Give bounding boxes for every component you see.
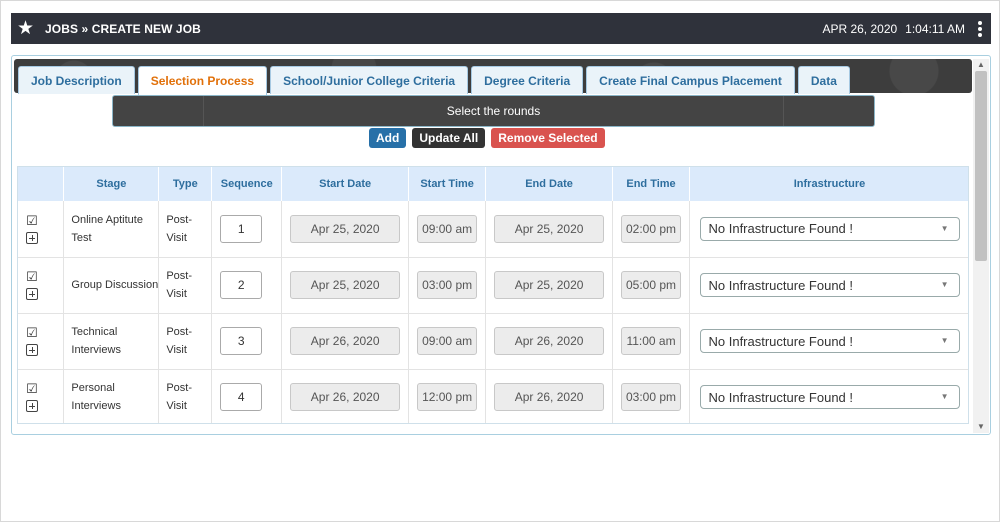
- stage-cell: Technical Interviews: [63, 313, 160, 370]
- tab-degree-criteria[interactable]: Degree Criteria: [471, 66, 584, 94]
- end-time-field[interactable]: 11:00 am: [621, 327, 682, 355]
- type-cell: Post-Visit: [158, 313, 213, 370]
- column-header-type: Type: [158, 167, 213, 201]
- infrastructure-value: No Infrastructure Found !: [708, 221, 854, 237]
- tab-data[interactable]: Data: [797, 66, 850, 94]
- caret-down-icon: ▼: [940, 280, 949, 289]
- plus-square-icon[interactable]: [26, 400, 38, 412]
- column-header-end-time: End Time: [612, 167, 690, 201]
- plus-square-icon[interactable]: [26, 231, 38, 244]
- stage-cell: Online Aptitute Test: [63, 201, 160, 258]
- remove-selected-button[interactable]: Remove Selected: [491, 128, 605, 148]
- type-cell: Post-Visit: [158, 369, 213, 423]
- scrollbar-thumb[interactable]: [975, 71, 987, 261]
- start-time-field[interactable]: 03:00 pm: [417, 271, 478, 299]
- job-panel: Job Description Selection Process School…: [11, 55, 991, 435]
- sequence-input[interactable]: 4: [220, 383, 263, 411]
- column-header-select: [18, 167, 65, 201]
- update-all-button[interactable]: Update All: [412, 128, 486, 148]
- scroll-up-icon[interactable]: ▲: [973, 59, 989, 71]
- header-date: APR 26, 2020: [822, 21, 898, 36]
- start-time-field[interactable]: 09:00 am: [417, 327, 478, 355]
- infrastructure-select[interactable]: No Infrastructure Found ! ▼: [699, 273, 960, 297]
- checkbox-checked-icon[interactable]: ☑: [25, 326, 39, 340]
- caret-down-icon: ▼: [940, 223, 949, 233]
- end-time-field[interactable]: 05:00 pm: [621, 271, 682, 299]
- plus-square-icon[interactable]: [26, 344, 38, 356]
- tab-selection-process[interactable]: Selection Process: [137, 66, 268, 96]
- scroll-down-icon[interactable]: ▼: [973, 421, 989, 433]
- action-buttons: Add Update All Remove Selected: [369, 128, 605, 148]
- start-time-field[interactable]: 12:00 pm: [417, 383, 478, 411]
- caret-down-icon: ▼: [940, 336, 949, 345]
- table-header-row: Stage Type Sequence Start Date Start Tim…: [18, 167, 968, 201]
- stage-cell: Personal Interviews: [63, 369, 160, 423]
- checkbox-checked-icon[interactable]: ☑: [25, 213, 39, 228]
- tab-strip: Job Description Selection Process School…: [14, 59, 972, 96]
- column-header-infrastructure: Infrastructure: [689, 167, 968, 201]
- column-header-end-date: End Date: [485, 167, 614, 201]
- rounds-label: Select the rounds: [446, 104, 541, 118]
- table-row: ☑ Technical Interviews Post-Visit 3 Apr …: [18, 313, 968, 370]
- kebab-menu-icon[interactable]: [973, 20, 987, 37]
- header-time: 1:04:11 AM: [905, 21, 965, 36]
- vertical-scrollbar[interactable]: ▲ ▼: [973, 59, 989, 433]
- start-date-field[interactable]: Apr 25, 2020: [290, 271, 401, 299]
- start-date-field[interactable]: Apr 26, 2020: [290, 327, 401, 355]
- caret-down-icon: ▼: [940, 392, 949, 401]
- start-time-field[interactable]: 09:00 am: [417, 214, 478, 243]
- checkbox-checked-icon[interactable]: ☑: [25, 382, 39, 396]
- end-date-field[interactable]: Apr 25, 2020: [494, 271, 605, 299]
- sequence-input[interactable]: 2: [220, 271, 263, 299]
- app-window: ★ JOBS » CREATE NEW JOB APR 26, 2020 1:0…: [0, 0, 1000, 522]
- end-date-field[interactable]: Apr 26, 2020: [494, 383, 605, 411]
- stage-cell: Group Discussion: [63, 257, 160, 314]
- infrastructure-select[interactable]: No Infrastructure Found ! ▼: [699, 385, 960, 409]
- header-bar: ★ JOBS » CREATE NEW JOB APR 26, 2020 1:0…: [11, 13, 991, 44]
- column-header-stage: Stage: [63, 167, 160, 201]
- rounds-selector[interactable]: Select the rounds: [112, 95, 875, 127]
- table-row: ☑ Online Aptitute Test Post-Visit 1 Apr …: [18, 201, 968, 258]
- rounds-table: Stage Type Sequence Start Date Start Tim…: [17, 166, 969, 424]
- tab-final-campus-placement[interactable]: Create Final Campus Placement: [586, 66, 795, 94]
- infrastructure-value: No Infrastructure Found !: [708, 389, 854, 405]
- add-button[interactable]: Add: [369, 128, 407, 148]
- type-cell: Post-Visit: [158, 257, 213, 314]
- column-header-sequence: Sequence: [211, 167, 283, 201]
- checkbox-checked-icon[interactable]: ☑: [25, 270, 39, 284]
- end-date-field[interactable]: Apr 25, 2020: [494, 214, 605, 243]
- page-title: JOBS » CREATE NEW JOB: [45, 21, 201, 36]
- end-time-field[interactable]: 03:00 pm: [621, 383, 682, 411]
- plus-square-icon[interactable]: [26, 288, 38, 300]
- column-header-start-date: Start Date: [281, 167, 410, 201]
- tab-school-criteria[interactable]: School/Junior College Criteria: [270, 66, 469, 94]
- sequence-input[interactable]: 1: [220, 214, 263, 243]
- table-row: ☑ Personal Interviews Post-Visit 4 Apr 2…: [18, 369, 968, 423]
- column-header-start-time: Start Time: [408, 167, 487, 201]
- end-time-field[interactable]: 02:00 pm: [621, 214, 682, 243]
- infrastructure-select[interactable]: No Infrastructure Found ! ▼: [699, 329, 960, 353]
- infrastructure-value: No Infrastructure Found !: [708, 333, 854, 349]
- tab-list: Job Description Selection Process School…: [18, 66, 850, 96]
- table-row: ☑ Group Discussion Post-Visit 2 Apr 25, …: [18, 257, 968, 314]
- infrastructure-value: No Infrastructure Found !: [708, 277, 854, 293]
- type-cell: Post-Visit: [158, 201, 213, 258]
- sequence-input[interactable]: 3: [220, 327, 263, 355]
- start-date-field[interactable]: Apr 26, 2020: [290, 383, 401, 411]
- star-icon[interactable]: ★: [17, 13, 37, 44]
- start-date-field[interactable]: Apr 25, 2020: [290, 214, 401, 243]
- end-date-field[interactable]: Apr 26, 2020: [494, 327, 605, 355]
- tab-job-description[interactable]: Job Description: [18, 66, 135, 94]
- infrastructure-select[interactable]: No Infrastructure Found ! ▼: [699, 216, 960, 241]
